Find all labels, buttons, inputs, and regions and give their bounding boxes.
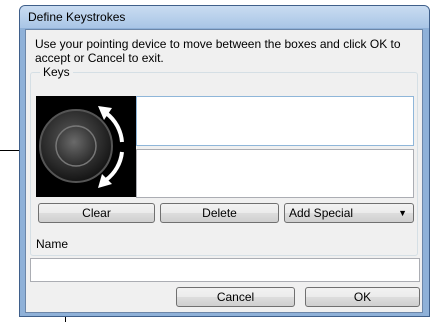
keystroke-field-1[interactable] xyxy=(136,96,414,146)
dialog-title: Define Keystrokes xyxy=(28,10,126,24)
name-label: Name xyxy=(36,237,69,251)
delete-button[interactable]: Delete xyxy=(160,203,279,223)
instructions-text: Use your pointing device to move between… xyxy=(35,37,401,65)
keystroke-field-2[interactable] xyxy=(136,149,414,198)
ok-button[interactable]: OK xyxy=(305,287,420,307)
dropdown-arrow-icon: ▼ xyxy=(398,208,407,218)
cancel-button[interactable]: Cancel xyxy=(176,287,295,307)
clear-button[interactable]: Clear xyxy=(38,203,155,223)
name-input[interactable] xyxy=(30,258,420,282)
title-bar[interactable]: Define Keystrokes xyxy=(20,6,429,28)
add-special-dropdown[interactable]: Add Special ▼ xyxy=(284,203,414,223)
dialog-body: Use your pointing device to move between… xyxy=(25,29,423,313)
define-keystrokes-dialog: Define Keystrokes Use your pointing devi… xyxy=(19,5,430,317)
keys-label: Keys xyxy=(40,65,73,79)
add-special-label: Add Special xyxy=(289,206,354,220)
touch-ring-icon xyxy=(36,96,136,197)
